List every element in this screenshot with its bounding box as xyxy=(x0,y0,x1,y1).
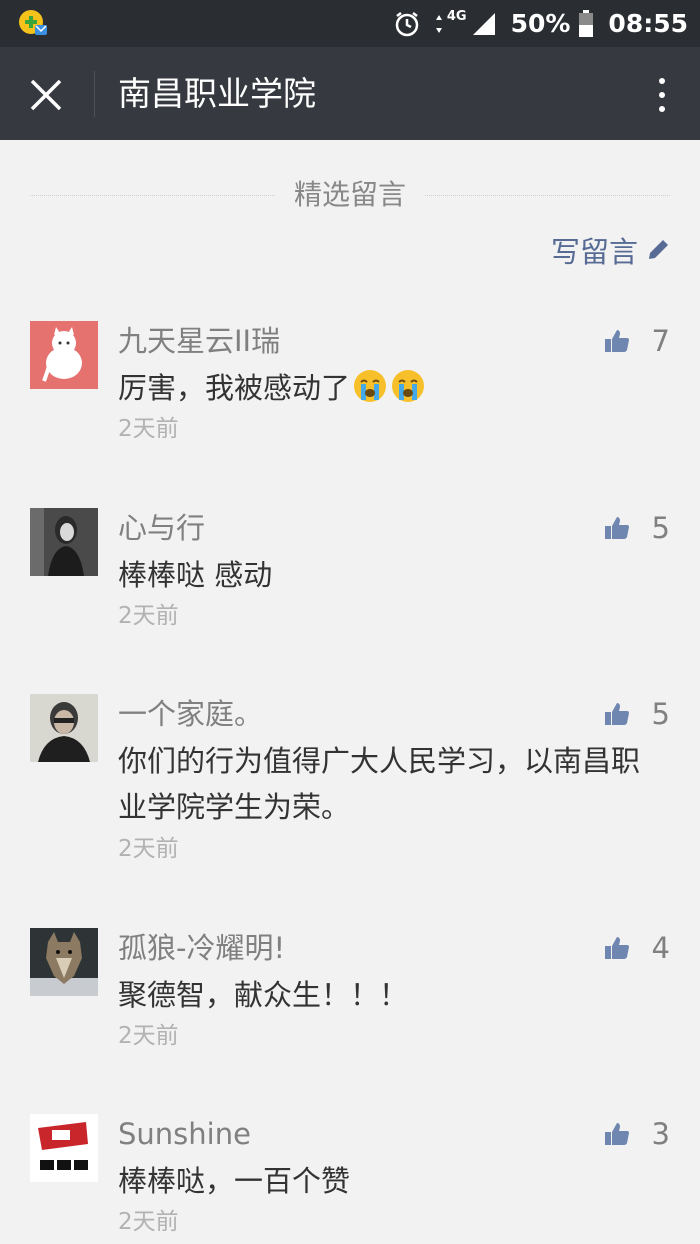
comment-author: Sunshine xyxy=(118,1117,251,1151)
thumbs-up-icon xyxy=(604,1123,629,1145)
more-icon-dot xyxy=(659,92,665,98)
crying-emoji-icon xyxy=(392,370,425,402)
comment-item: Sunshine 3 棒棒哒，一百个赞 2天前 xyxy=(0,1114,700,1244)
thumbs-up-icon xyxy=(604,517,629,539)
page-title: 南昌职业学院 xyxy=(118,74,316,113)
battery-percent: 50% xyxy=(510,9,571,38)
app-notification-icon xyxy=(19,10,47,35)
avatar[interactable] xyxy=(30,321,98,389)
crying-emoji-icon xyxy=(354,370,387,402)
title-divider xyxy=(94,71,95,117)
thumbs-up-icon xyxy=(604,937,629,959)
alarm-icon xyxy=(395,11,419,36)
thumbs-up-icon xyxy=(604,703,629,725)
like-button[interactable]: 7 xyxy=(604,321,670,361)
comment-text: 厉害，我被感动了 xyxy=(118,365,668,411)
comment-item: 九天星云II瑞 7 厉害，我被感动了 2天前 xyxy=(0,321,700,451)
comment-author: 心与行 xyxy=(118,511,206,545)
more-icon-dot xyxy=(659,106,665,112)
like-count: 3 xyxy=(651,1117,670,1151)
avatar[interactable] xyxy=(30,1114,98,1182)
close-button[interactable] xyxy=(22,71,70,119)
write-comment-label: 写留言 xyxy=(550,235,638,269)
network-type: 4G xyxy=(446,9,467,24)
comment-text: 棒棒哒，一百个赞 xyxy=(118,1164,351,1198)
more-options-button[interactable] xyxy=(650,71,674,119)
comment-time: 2天前 xyxy=(118,603,179,629)
comment-text: 聚德智，献众生！！！ xyxy=(118,978,409,1012)
write-comment-link[interactable]: 写留言 xyxy=(551,228,670,272)
signal-icon xyxy=(472,12,495,35)
status-bar: 4G 50% 08:55 xyxy=(0,0,700,47)
comment-item: 一个家庭。 5 你们的行为值得广大人民学习，以南昌职业学院学生为荣。 2天前 xyxy=(0,694,700,864)
comment-time: 2天前 xyxy=(118,1209,179,1235)
like-button[interactable]: 5 xyxy=(604,694,670,734)
pencil-icon xyxy=(649,240,668,259)
title-bar: 南昌职业学院 xyxy=(0,47,700,140)
comment-author: 一个家庭。 xyxy=(118,697,264,731)
comment-author: 九天星云II瑞 xyxy=(118,324,281,358)
comment-text: 棒棒哒 感动 xyxy=(118,558,273,592)
comment-item: 心与行 5 棒棒哒 感动 2天前 xyxy=(0,508,700,638)
avatar[interactable] xyxy=(30,694,98,762)
like-count: 5 xyxy=(651,697,670,731)
comment-text: 你们的行为值得广大人民学习，以南昌职业学院学生为荣。 xyxy=(118,744,641,824)
like-button[interactable]: 3 xyxy=(604,1114,670,1154)
like-button[interactable]: 5 xyxy=(604,508,670,548)
comment-author: 孤狼-冷耀明! xyxy=(118,931,286,965)
avatar[interactable] xyxy=(30,508,98,576)
close-icon xyxy=(30,79,62,111)
clock: 08:55 xyxy=(608,9,688,38)
like-count: 4 xyxy=(651,931,670,965)
comment-item: 孤狼-冷耀明! 4 聚德智，献众生！！！ 2天前 xyxy=(0,928,700,1058)
comment-time: 2天前 xyxy=(118,1023,179,1049)
like-count: 5 xyxy=(651,511,670,545)
featured-comments-header: 精选留言 xyxy=(30,172,670,218)
comment-time: 2天前 xyxy=(118,836,179,862)
like-count: 7 xyxy=(651,324,670,358)
thumbs-up-icon xyxy=(604,330,629,352)
divider-right xyxy=(425,195,670,196)
avatar[interactable] xyxy=(30,928,98,996)
more-icon-dot xyxy=(659,78,665,84)
data-arrows-icon xyxy=(435,14,442,33)
battery-icon xyxy=(579,9,594,37)
like-button[interactable]: 4 xyxy=(604,928,670,968)
comment-time: 2天前 xyxy=(118,416,179,442)
network-indicator: 4G xyxy=(435,9,497,37)
